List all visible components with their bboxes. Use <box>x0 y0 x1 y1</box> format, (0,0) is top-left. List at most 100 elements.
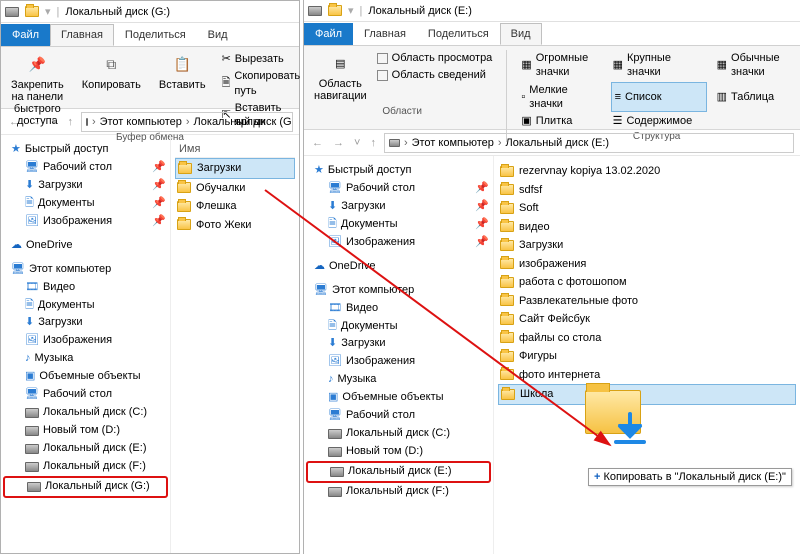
tree-music[interactable]: ♪Музыка <box>306 371 491 389</box>
tab-home[interactable]: Главная <box>50 24 114 46</box>
cut-button[interactable]: ✂Вырезать <box>220 51 303 67</box>
tab-home[interactable]: Главная <box>353 23 417 45</box>
tree-thispc[interactable]: 🖥Этот компьютер <box>3 261 168 279</box>
tree-documents[interactable]: 🗎Документы📌 <box>306 216 491 234</box>
tree-objects[interactable]: ▣Объемные объекты <box>3 368 168 386</box>
tree-desk2[interactable]: 🖥Рабочий стол <box>3 386 168 404</box>
tree-pic2[interactable]: 🖼Изображения <box>3 332 168 350</box>
list-item[interactable]: Загрузки <box>498 236 796 255</box>
tree-diskg[interactable]: Локальный диск (G:) <box>3 476 168 498</box>
pic-icon: 🖼 <box>328 235 342 251</box>
view-normal[interactable]: ▦Обычные значки <box>715 50 794 81</box>
tree-quick[interactable]: ★Быстрый доступ <box>306 162 491 180</box>
list-item[interactable]: Сайт Фейсбук <box>498 310 796 329</box>
tree-dl2[interactable]: ⬇Загрузки <box>3 314 168 332</box>
disk-icon <box>328 447 342 457</box>
tree-diskd[interactable]: Новый том (D:) <box>3 422 168 440</box>
back-button[interactable]: ← <box>310 137 325 149</box>
copypath-button[interactable]: 🗎Скопировать путь <box>220 68 303 99</box>
tab-share[interactable]: Поделиться <box>417 23 500 45</box>
breadcrumb[interactable]: › Этот компьютер › Локальный диск (G: <box>81 112 293 132</box>
tab-file[interactable]: Файл <box>304 23 353 45</box>
back-button[interactable]: ← <box>7 116 22 128</box>
tree-diskc[interactable]: Локальный диск (C:) <box>306 425 491 443</box>
cloud-icon: ☁ <box>11 238 22 254</box>
list-item[interactable]: Фото Жеки <box>175 216 295 235</box>
view-table[interactable]: ▥Таблица <box>715 82 794 113</box>
tab-share[interactable]: Поделиться <box>114 24 197 46</box>
list-item[interactable]: работа с фотошопом <box>498 273 796 292</box>
up-button[interactable]: ↑ <box>368 137 378 149</box>
tree-diskd[interactable]: Новый том (D:) <box>306 443 491 461</box>
list-item[interactable]: rezervnay kopiya 13.02.2020 <box>498 162 796 181</box>
tree-pictures[interactable]: 🖼Изображения📌 <box>306 234 491 252</box>
tree-diske[interactable]: Локальный диск (E:) <box>306 461 491 483</box>
list-item[interactable]: Развлекательные фото <box>498 292 796 311</box>
list-item[interactable]: Soft <box>498 199 796 218</box>
navpane-button[interactable]: ▤ Область навигации <box>310 50 371 104</box>
pin-icon: 📌 <box>25 53 49 77</box>
qat-down[interactable]: ▾ <box>45 5 51 18</box>
tree-documents[interactable]: 🗎Документы📌 <box>3 195 168 213</box>
view-small[interactable]: ▫Мелкие значки <box>519 82 602 113</box>
column-name[interactable]: Имя <box>175 141 295 158</box>
view-contents[interactable]: ☰Содержимое <box>611 113 707 129</box>
body: ★Быстрый доступ 🖥Рабочий стол📌 ⬇Загрузки… <box>304 156 800 554</box>
tree-diskf[interactable]: Локальный диск (F:) <box>306 483 491 501</box>
tree-downloads[interactable]: ⬇Загрузки📌 <box>3 177 168 195</box>
view-large[interactable]: ▦Крупные значки <box>611 50 707 81</box>
list-item[interactable]: видео <box>498 218 796 237</box>
list-item[interactable]: Флешка <box>175 197 295 216</box>
tree-quick[interactable]: ★Быстрый доступ <box>3 141 168 159</box>
tab-view[interactable]: Вид <box>500 23 542 45</box>
tree-pic2[interactable]: 🖼Изображения <box>306 353 491 371</box>
tree-onedrive[interactable]: ☁OneDrive <box>306 258 491 276</box>
recent-button[interactable]: ˅ <box>49 116 59 128</box>
disk-icon <box>25 444 39 454</box>
pin-icon: 📌 <box>152 160 166 176</box>
tree-thispc[interactable]: 🖥Этот компьютер <box>306 282 491 300</box>
details-button[interactable]: Область сведений <box>375 67 495 83</box>
tree-video[interactable]: 🎞Видео <box>306 300 491 318</box>
view-tiles[interactable]: ▣Плитка <box>519 113 602 129</box>
tree-docs2[interactable]: 🗎Документы <box>3 297 168 315</box>
titlebar[interactable]: ▾ | Локальный диск (E:) <box>304 0 800 22</box>
breadcrumb[interactable]: › Этот компьютер › Локальный диск (E:) <box>384 133 794 153</box>
tab-view[interactable]: Вид <box>197 24 239 46</box>
disk-icon <box>308 6 322 16</box>
tree-desktop[interactable]: 🖥Рабочий стол📌 <box>306 180 491 198</box>
tree-diskf[interactable]: Локальный диск (F:) <box>3 458 168 476</box>
tree-desk2[interactable]: 🖥Рабочий стол <box>306 407 491 425</box>
folder-icon <box>500 221 514 232</box>
tree-desktop[interactable]: 🖥Рабочий стол📌 <box>3 159 168 177</box>
list-item[interactable]: Фигуры <box>498 347 796 366</box>
tree-music[interactable]: ♪Музыка <box>3 350 168 368</box>
qat-down[interactable]: ▾ <box>348 4 354 17</box>
list-item[interactable]: sdfsf <box>498 181 796 200</box>
tree-onedrive[interactable]: ☁OneDrive <box>3 237 168 255</box>
preview-button[interactable]: Область просмотра <box>375 50 495 66</box>
titlebar[interactable]: ▾ | Локальный диск (G:) <box>1 1 299 23</box>
tree-docs2[interactable]: 🗎Документы <box>306 318 491 336</box>
up-button[interactable]: ↑ <box>65 116 75 128</box>
list-item[interactable]: Загрузки <box>175 158 295 179</box>
tree-dl2[interactable]: ⬇Загрузки <box>306 335 491 353</box>
forward-button[interactable]: → <box>331 137 346 149</box>
list-item[interactable]: фото интернета <box>498 366 796 385</box>
tree-objects[interactable]: ▣Объемные объекты <box>306 389 491 407</box>
view-huge[interactable]: ▦Огромные значки <box>519 50 602 81</box>
tree-downloads[interactable]: ⬇Загрузки📌 <box>306 198 491 216</box>
list-item[interactable]: изображения <box>498 255 796 274</box>
folder-icon <box>500 184 514 195</box>
tree-diskc[interactable]: Локальный диск (C:) <box>3 404 168 422</box>
forward-button[interactable]: → <box>28 116 43 128</box>
recent-button[interactable]: ˅ <box>352 137 362 149</box>
list-item[interactable]: Обучалки <box>175 179 295 198</box>
disk-icon <box>389 139 400 147</box>
list-item[interactable]: файлы со стола <box>498 329 796 348</box>
tree-pictures[interactable]: 🖼Изображения📌 <box>3 213 168 231</box>
tree-video[interactable]: 🎞Видео <box>3 279 168 297</box>
view-list[interactable]: ≡Список <box>611 82 707 113</box>
tab-file[interactable]: Файл <box>1 24 50 46</box>
tree-diske[interactable]: Локальный диск (E:) <box>3 440 168 458</box>
